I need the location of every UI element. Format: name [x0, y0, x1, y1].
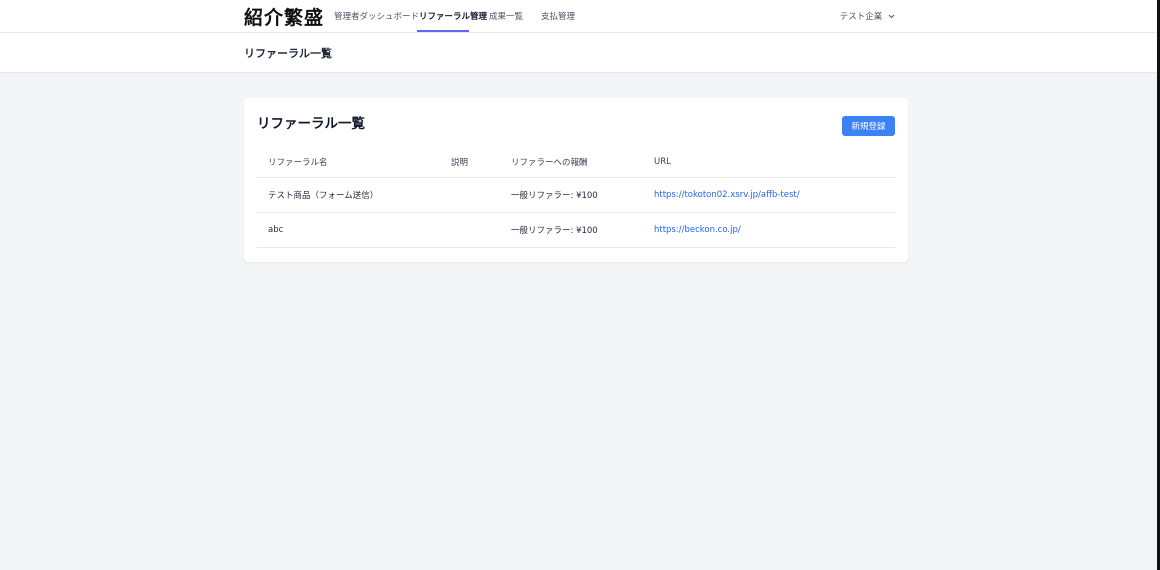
referral-description — [451, 177, 511, 213]
user-menu-label: テスト企業 — [839, 12, 883, 22]
referral-table: リファーラル名 説明 リファラーへの報酬 URL テスト商品（フォーム送信） 一… — [257, 146, 895, 248]
referral-reward: 一般リファラー: ¥100 — [511, 212, 654, 248]
top-navigation: 紹介繁盛 管理者ダッシュボード リファーラル管理 成果一覧 支払管理 テスト企業 — [0, 0, 1157, 33]
referral-description — [451, 212, 511, 248]
referral-reward: 一般リファラー: ¥100 — [511, 177, 654, 213]
page-title: リファーラル一覧 — [244, 47, 332, 60]
nav-item-dashboard[interactable]: 管理者ダッシュボード — [334, 10, 419, 22]
nav-item-referral-management[interactable]: リファーラル管理 — [419, 10, 487, 22]
referral-url-link[interactable]: https://tokoton02.xsrv.jp/affb-test/ — [654, 190, 800, 200]
active-nav-indicator — [417, 30, 469, 32]
referral-url-cell: https://tokoton02.xsrv.jp/affb-test/ — [654, 177, 895, 213]
referral-url-link[interactable]: https://beckon.co.jp/ — [654, 225, 741, 235]
referral-list-card: リファーラル一覧 新規登録 リファーラル名 説明 リファラーへの報酬 URL テ… — [244, 98, 908, 262]
column-header-description: 説明 — [451, 146, 511, 178]
nav-item-payments[interactable]: 支払管理 — [541, 10, 575, 22]
referral-url-cell: https://beckon.co.jp/ — [654, 212, 895, 248]
card-title: リファーラル一覧 — [257, 116, 365, 132]
chevron-down-icon — [888, 12, 895, 22]
column-header-name: リファーラル名 — [257, 146, 451, 178]
column-header-url: URL — [654, 146, 895, 178]
table-row: abc 一般リファラー: ¥100 https://beckon.co.jp/ — [257, 212, 895, 248]
referral-name: テスト商品（フォーム送信） — [257, 177, 451, 213]
new-registration-button[interactable]: 新規登録 — [842, 116, 895, 136]
page-header: リファーラル一覧 — [0, 33, 1157, 73]
table-header-row: リファーラル名 説明 リファラーへの報酬 URL — [257, 146, 895, 178]
column-header-reward: リファラーへの報酬 — [511, 146, 654, 178]
table-row: テスト商品（フォーム送信） 一般リファラー: ¥100 https://toko… — [257, 177, 895, 213]
brand-logo[interactable]: 紹介繁盛 — [244, 3, 324, 30]
user-menu[interactable]: テスト企業 — [840, 10, 895, 22]
referral-name: abc — [257, 212, 451, 248]
nav-item-results[interactable]: 成果一覧 — [489, 10, 523, 22]
